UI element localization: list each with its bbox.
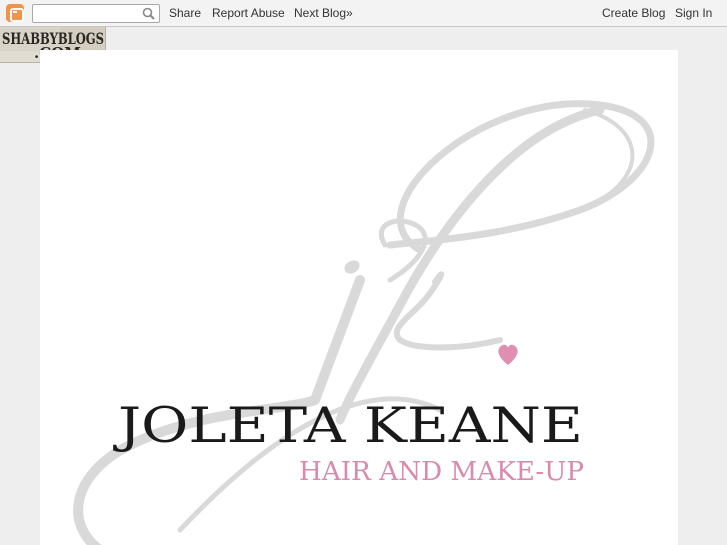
blog-tagline: HAIR AND MAKE-UP	[299, 457, 584, 487]
next-blog-link[interactable]: Next Blog»	[294, 6, 353, 20]
heart-icon	[498, 344, 518, 365]
monogram-dot	[344, 260, 360, 274]
share-link[interactable]: Share	[169, 6, 201, 20]
blogger-logo-icon[interactable]	[6, 4, 24, 22]
blogger-navbar: Share Report Abuse Next Blog» Create Blo…	[0, 0, 727, 27]
sign-in-link[interactable]: Sign In	[675, 6, 712, 20]
blog-header-image[interactable]: JOLETA KEANE HAIR AND MAKE-UP	[40, 50, 678, 545]
search-icon[interactable]	[142, 7, 155, 20]
blog-title: JOLETA KEANE	[112, 397, 583, 454]
create-blog-link[interactable]: Create Blog	[602, 6, 665, 20]
report-abuse-link[interactable]: Report Abuse	[212, 6, 285, 20]
search-box[interactable]	[32, 4, 160, 23]
search-input[interactable]	[35, 6, 139, 21]
